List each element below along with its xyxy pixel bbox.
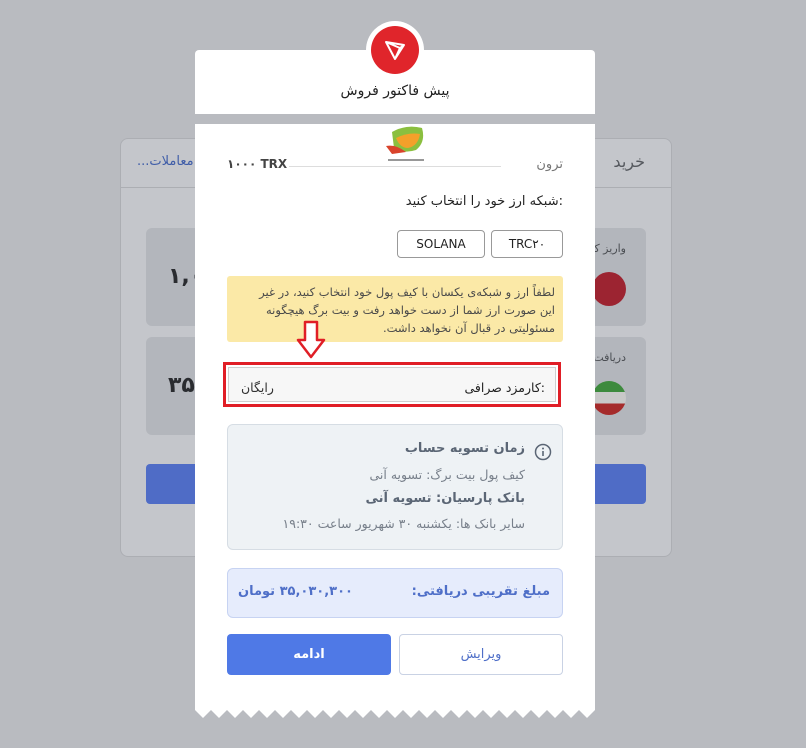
invoice-title: پیش فاکتور فروش: [340, 83, 450, 99]
settlement-other-banks: سایر بانک ها: یکشنبه ۳۰ شهریور ساعت ۱۹:۳…: [282, 516, 525, 531]
fee-value: رایگان: [241, 380, 274, 395]
edit-button[interactable]: ویرایش: [399, 634, 563, 675]
network-prompt: شبکه ارز خود را انتخاب کنید:: [405, 194, 563, 209]
network-solana-button[interactable]: SOLANA: [397, 230, 485, 258]
receive-value: ۳۵,۰۳۰,۳۰۰ تومان: [238, 584, 353, 599]
fee-row: کارمزد صرافی: رایگان: [228, 367, 556, 402]
divider: [289, 166, 501, 167]
receive-value-bg: ۳۵: [168, 373, 195, 398]
receive-amount-box: مبلغ تقریبی دریافتی: ۳۵,۰۳۰,۳۰۰ تومان: [227, 568, 563, 618]
settlement-parsian: بانک پارسیان: تسویه آنی: [365, 491, 525, 506]
warning-line: مسئولیتی در قبال آن نخواهد داشت.: [382, 321, 555, 335]
fee-label: کارمزد صرافی:: [464, 380, 545, 395]
settlement-title: زمان تسویه حساب: [404, 441, 525, 456]
network-warning: لطفاً ارز و شبکه‌ی یکسان با کیف پول خود …: [227, 276, 563, 342]
warning-line: این صورت ارز شما از دست خواهد رفت و بیت …: [266, 303, 555, 317]
receipt-edge: [195, 706, 595, 718]
info-icon: [534, 443, 552, 461]
iran-flag-icon: [592, 381, 626, 415]
invoice-body: ۱۰۰۰ TRX ترون شبکه ارز خود را انتخاب کنی…: [195, 124, 595, 707]
fee-highlight: کارمزد صرافی: رایگان: [223, 362, 561, 407]
coin-name: ترون: [536, 157, 563, 172]
tab-buy[interactable]: خرید: [613, 152, 645, 171]
tron-icon: [366, 21, 424, 79]
arrow-down-icon: [296, 320, 326, 359]
tron-icon: [592, 272, 626, 306]
coin-amount: ۱۰۰۰ TRX: [227, 157, 288, 171]
warning-line: لطفاً ارز و شبکه‌ی یکسان با کیف پول خود …: [259, 285, 555, 299]
settlement-info: زمان تسویه حساب کیف پول بیت برگ: تسویه آ…: [227, 424, 563, 550]
continue-button[interactable]: ادامه: [227, 634, 391, 675]
receive-label-bg: دریافت: [593, 351, 626, 364]
receive-label: مبلغ تقریبی دریافتی:: [411, 584, 550, 599]
coin-row: ۱۰۰۰ TRX ترون: [227, 157, 563, 175]
network-trc20-button[interactable]: TRC۲۰: [491, 230, 563, 258]
settlement-wallet: کیف پول بیت برگ: تسویه آنی: [369, 467, 526, 482]
